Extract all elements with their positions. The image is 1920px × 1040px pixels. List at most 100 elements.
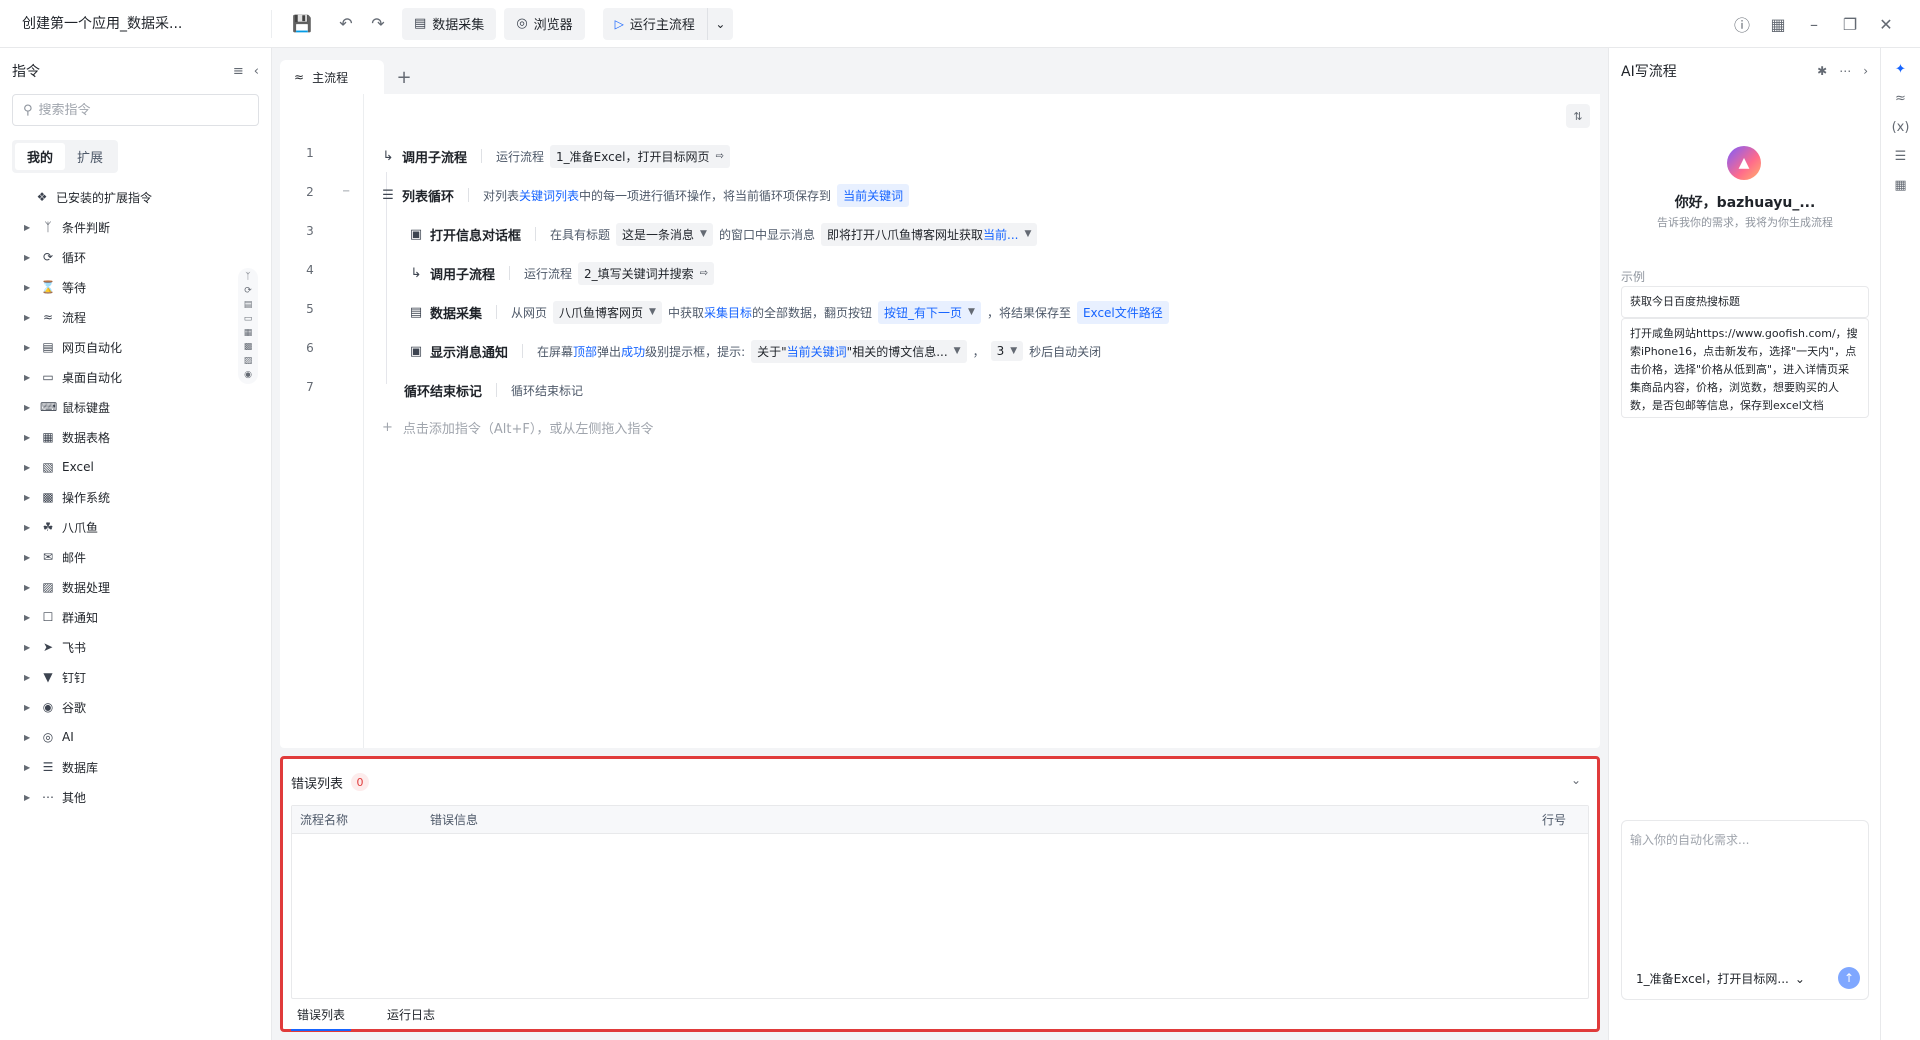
next-page-chip[interactable]: 按钮_有下一页 ▼ bbox=[878, 300, 981, 324]
command-category[interactable]: ▶ ⌨ 鼠标键盘 bbox=[0, 392, 240, 422]
command-category[interactable]: ▶ ▨ 数据处理 bbox=[0, 572, 240, 602]
excel-path-chip[interactable]: Excel文件路径 bbox=[1076, 300, 1169, 324]
branch-icon[interactable]: ᛉ bbox=[245, 272, 250, 282]
expand-arrow-icon[interactable]: ▶ bbox=[24, 523, 34, 532]
command-category[interactable]: ▶ ⋯ 其他 bbox=[0, 782, 240, 812]
message-chip[interactable]: 即将打开八爪鱼博客网址获取 当前... ▼ bbox=[820, 222, 1038, 246]
step-5[interactable]: ▤ 数据采集 从网页 八爪鱼博客网页 ▼ 中获取 采集目标 的全部数据，翻页按钮 按… bbox=[408, 299, 1169, 325]
command-category[interactable]: ▶ ▦ 数据表格 bbox=[0, 422, 240, 452]
variable-link[interactable]: 采集目标 bbox=[704, 304, 752, 321]
step-7[interactable]: 循环结束标记 循环结束标记 bbox=[404, 377, 583, 403]
tab-run-log[interactable]: 运行日志 bbox=[381, 1000, 441, 1029]
expand-arrow-icon[interactable]: ▶ bbox=[24, 433, 34, 442]
expand-arrow-icon[interactable]: ▶ bbox=[24, 373, 34, 382]
command-search-input[interactable] bbox=[38, 102, 239, 118]
notice-text-chip[interactable]: 关于" 当前关键词 "相关的博文信息... ▼ bbox=[751, 339, 967, 363]
undo-icon[interactable]: ↶ bbox=[330, 8, 362, 40]
ai-request-input[interactable] bbox=[1630, 831, 1860, 931]
expand-arrow-icon[interactable]: ▶ bbox=[24, 763, 34, 772]
step-4[interactable]: ↳ 调用子流程 运行流程 2_填写关键词并搜索 ⇨ bbox=[408, 260, 715, 286]
goto-icon[interactable]: ⇨ bbox=[700, 268, 708, 279]
close-icon[interactable]: ✕ bbox=[1872, 8, 1900, 40]
redo-icon[interactable]: ↷ bbox=[362, 8, 394, 40]
add-command-hint[interactable]: + 点击添加指令（Alt+F），或从左侧拖入指令 bbox=[382, 418, 653, 437]
collapse-panel-icon[interactable]: ‹ bbox=[254, 64, 259, 79]
command-category[interactable]: ▶ ▼ 钉钉 bbox=[0, 662, 240, 692]
os-icon[interactable]: ▩ bbox=[244, 342, 253, 352]
level-link[interactable]: 成功 bbox=[621, 343, 645, 360]
expand-arrow-icon[interactable]: ▶ bbox=[24, 403, 34, 412]
example-card[interactable]: 打开咸鱼网站https://www.goofish.com/，搜索iPhone1… bbox=[1621, 318, 1869, 418]
command-category[interactable]: ▶ ◎ AI bbox=[0, 722, 240, 752]
subflow-chip[interactable]: 2_填写关键词并搜索 ⇨ bbox=[578, 261, 715, 285]
variable-icon[interactable]: (x) bbox=[1892, 120, 1910, 135]
flow-select[interactable]: 1_准备Excel，打开目标网... ⌄ bbox=[1636, 970, 1805, 987]
command-category[interactable]: ▶ ✉ 邮件 bbox=[0, 542, 240, 572]
send-button[interactable]: ↑ bbox=[1838, 967, 1860, 989]
flow-icon[interactable]: ≈ bbox=[1895, 91, 1906, 106]
expand-arrow-icon[interactable]: ▶ bbox=[24, 673, 34, 682]
command-category[interactable]: ▶ ⌛ 等待 bbox=[0, 272, 240, 302]
more-icon[interactable]: ⋯ bbox=[1839, 64, 1851, 78]
expand-arrow-icon[interactable]: ▶ bbox=[24, 493, 34, 502]
command-category[interactable]: ▶ ▭ 桌面自动化 bbox=[0, 362, 240, 392]
minimize-icon[interactable]: – bbox=[1800, 8, 1828, 40]
help-icon[interactable]: ⓘ bbox=[1728, 8, 1756, 40]
run-options-dropdown[interactable]: ⌄ bbox=[706, 7, 733, 40]
expand-arrow-icon[interactable]: ▶ bbox=[24, 283, 34, 292]
command-category[interactable]: ▶ ≈ 流程 bbox=[0, 302, 240, 332]
webpage-chip[interactable]: 八爪鱼博客网页 ▼ bbox=[553, 300, 662, 324]
broom-icon[interactable]: ✱ bbox=[1817, 64, 1827, 78]
expand-arrow-icon[interactable]: ▶ bbox=[24, 733, 34, 742]
grid-icon[interactable]: ▦ bbox=[1764, 8, 1792, 40]
save-icon[interactable]: 💾 bbox=[286, 8, 318, 40]
collapse-loop-icon[interactable]: − bbox=[342, 186, 350, 197]
expand-arrow-icon[interactable]: ▶ bbox=[24, 463, 34, 472]
seconds-chip[interactable]: 3 ▼ bbox=[990, 341, 1024, 361]
browser-icon[interactable]: ▤ bbox=[244, 300, 253, 310]
variable-link[interactable]: 关键词列表 bbox=[519, 187, 579, 204]
command-category[interactable]: ▶ ☐ 群通知 bbox=[0, 602, 240, 632]
command-category[interactable]: ▶ ☰ 数据库 bbox=[0, 752, 240, 782]
installed-extensions[interactable]: ❖ 已安装的扩展指令 bbox=[0, 182, 240, 212]
subflow-chip[interactable]: 1_准备Excel，打开目标网页 ⇨ bbox=[550, 144, 730, 168]
data-process-icon[interactable]: ▨ bbox=[244, 356, 253, 366]
command-category[interactable]: ▶ ▤ 网页自动化 bbox=[0, 332, 240, 362]
loop-icon[interactable]: ⟳ bbox=[244, 286, 252, 296]
sort-icon[interactable]: ≡ bbox=[233, 64, 244, 79]
expand-arrow-icon[interactable]: ▶ bbox=[24, 643, 34, 652]
desktop-icon[interactable]: ▭ bbox=[244, 314, 253, 324]
chevron-right-icon[interactable]: › bbox=[1863, 64, 1868, 78]
tab-mine[interactable]: 我的 bbox=[15, 143, 66, 170]
expand-arrow-icon[interactable]: ▶ bbox=[24, 253, 34, 262]
tab-error-list[interactable]: 错误列表 bbox=[291, 1000, 352, 1031]
components-icon[interactable]: ▦ bbox=[1894, 178, 1906, 193]
run-main-flow-button[interactable]: ▷ 运行主流程 bbox=[602, 7, 707, 40]
expand-arrow-icon[interactable]: ▶ bbox=[24, 613, 34, 622]
goto-icon[interactable]: ⇨ bbox=[715, 151, 723, 162]
expand-arrow-icon[interactable]: ▶ bbox=[24, 343, 34, 352]
step-6[interactable]: ▣ 显示消息通知 在屏幕 顶部 弹出 成功 级别提示框，提示: 关于" 当前关键词 "相关的… bbox=[408, 338, 1101, 364]
tab-main-flow[interactable]: ≈ 主流程 bbox=[280, 60, 384, 94]
editor-settings-icon[interactable]: ⇅ bbox=[1566, 104, 1590, 128]
chevron-down-icon[interactable]: ⌄ bbox=[1571, 773, 1581, 787]
step-3[interactable]: ▣ 打开信息对话框 在具有标题 这是一条消息 ▼ 的窗口中显示消息 即将打开八爪… bbox=[408, 221, 1038, 247]
command-category[interactable]: ▶ ▧ Excel bbox=[0, 452, 240, 482]
layers-icon[interactable]: ☰ bbox=[1895, 149, 1907, 164]
expand-arrow-icon[interactable]: ▶ bbox=[24, 583, 34, 592]
expand-arrow-icon[interactable]: ▶ bbox=[24, 223, 34, 232]
example-card[interactable]: 获取今日百度热搜标题 bbox=[1621, 286, 1869, 318]
expand-arrow-icon[interactable]: ▶ bbox=[24, 553, 34, 562]
expand-arrow-icon[interactable]: ▶ bbox=[24, 703, 34, 712]
ai-sparkle-icon[interactable]: ✦ bbox=[1895, 62, 1906, 77]
restore-icon[interactable]: ❐ bbox=[1836, 8, 1864, 40]
command-category[interactable]: ▶ ➤ 飞书 bbox=[0, 632, 240, 662]
command-category[interactable]: ▶ ᛉ 条件判断 bbox=[0, 212, 240, 242]
variable-chip[interactable]: 当前关键词 bbox=[837, 183, 910, 207]
title-chip[interactable]: 这是一条消息 ▼ bbox=[616, 222, 713, 246]
step-2[interactable]: ☰ 列表循环 对列表 关键词列表 中的每一项进行循环操作，将当前循环项保存到 当前关… bbox=[380, 182, 910, 208]
step-1[interactable]: ↳ 调用子流程 运行流程 1_准备Excel，打开目标网页 ⇨ bbox=[380, 143, 730, 169]
excel-icon[interactable]: ▦ bbox=[244, 328, 253, 338]
command-category[interactable]: ▶ ▩ 操作系统 bbox=[0, 482, 240, 512]
ai-icon[interactable]: ◉ bbox=[244, 370, 252, 380]
